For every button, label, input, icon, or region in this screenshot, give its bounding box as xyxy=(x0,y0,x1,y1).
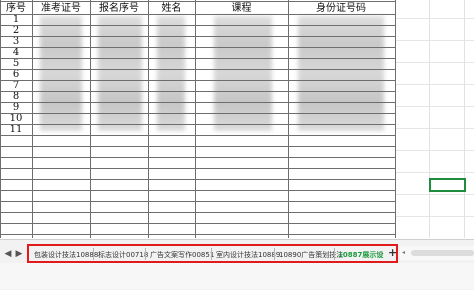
tab-highlight-box xyxy=(27,244,398,263)
scroll-left-icon[interactable]: ◂ xyxy=(402,249,405,256)
selected-cell[interactable] xyxy=(429,178,466,192)
spreadsheet-grid[interactable]: 序号 准考证号 报名序号 姓名 课程 身份证号码 1 2 3 4 5 6 7 8… xyxy=(0,0,474,238)
row-number: 3 xyxy=(12,36,20,47)
row-number: 6 xyxy=(12,69,20,80)
row-number: 10 xyxy=(9,113,23,124)
status-bar xyxy=(0,263,474,289)
row-number: 1 xyxy=(12,14,20,25)
row-number: 9 xyxy=(12,102,20,113)
row-number: 8 xyxy=(12,91,20,102)
row-number: 11 xyxy=(9,124,23,135)
row-number: 5 xyxy=(12,58,20,69)
next-sheet-icon[interactable]: ▶ xyxy=(14,247,24,261)
row-number: 7 xyxy=(12,80,20,91)
prev-sheet-icon[interactable]: ◀ xyxy=(3,247,13,261)
scrollbar-thumb[interactable] xyxy=(411,250,474,256)
row-number: 2 xyxy=(12,25,20,36)
row-number: 4 xyxy=(12,47,20,58)
